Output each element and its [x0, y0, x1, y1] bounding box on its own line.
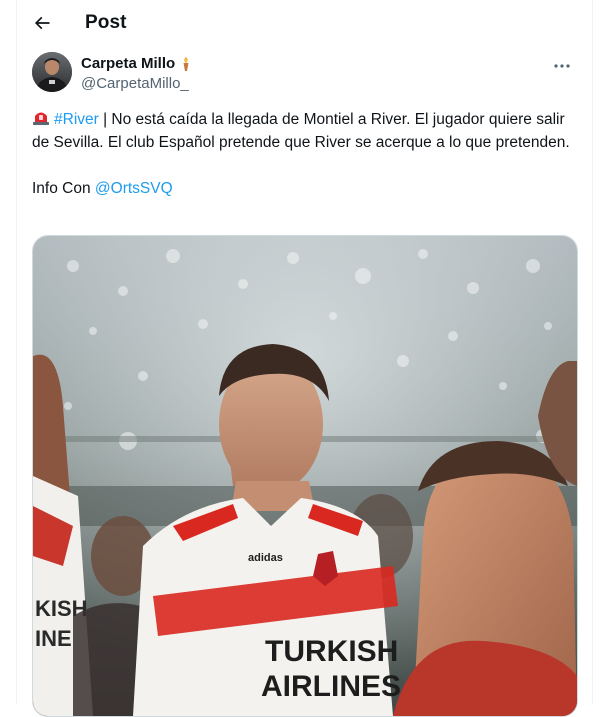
more-icon [554, 64, 570, 68]
back-button[interactable] [25, 6, 59, 40]
more-options-button[interactable] [550, 56, 574, 76]
avatar[interactable] [32, 52, 72, 92]
page-title: Post [85, 12, 127, 33]
post-credit: Info Con @OrtsSVQ [32, 177, 580, 200]
hashtag-link[interactable]: #River [54, 111, 99, 128]
info-prefix: Info Con [32, 180, 95, 197]
jersey-sponsor-line2: AIRLINES [261, 670, 401, 703]
right-border [592, 0, 593, 704]
display-name[interactable]: Carpeta Millo [81, 54, 175, 73]
post-media-image[interactable]: KISH INE adidas TURKISH AIRLINES [32, 235, 578, 717]
mention-link[interactable]: @OrtsSVQ [95, 180, 173, 197]
torch-icon [183, 56, 189, 71]
left-border [16, 0, 17, 704]
post-body: #River | No está caída la llegada de Mon… [32, 108, 580, 154]
jersey-sponsor-line1: TURKISH [265, 635, 398, 668]
stadium-photo: KISH INE adidas TURKISH AIRLINES [33, 236, 577, 716]
post-text: #River | No está caída la llegada de Mon… [32, 108, 580, 200]
user-handle[interactable]: @CarpetaMillo_ [81, 74, 193, 93]
rotating-light-icon [33, 112, 49, 125]
post-author: Carpeta Millo @CarpetaMillo_ [32, 52, 580, 92]
arrow-left-icon [34, 16, 50, 30]
post-main-text: | No está caída la llegada de Montiel a … [32, 111, 570, 151]
page-header: Post [17, 0, 592, 46]
svg-text:INE: INE [35, 626, 72, 651]
adidas-logo: adidas [248, 552, 283, 564]
